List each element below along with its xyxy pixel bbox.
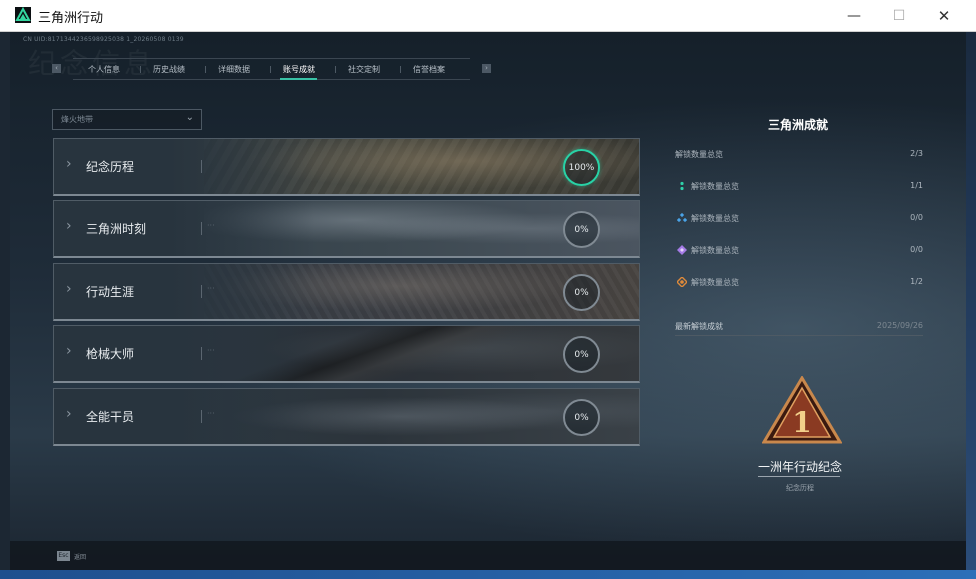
back-label[interactable]: 返回 — [74, 552, 86, 561]
chevron-right-icon: › — [66, 156, 72, 172]
card-divider — [201, 347, 202, 360]
stat-value: 1/1 — [910, 181, 923, 190]
close-button[interactable]: ✕ — [921, 0, 967, 31]
badge-name: 一洲年行动纪念 — [757, 460, 842, 474]
tab-separator — [205, 66, 206, 73]
category-card-memorial[interactable]: › 纪念历程 100% — [53, 138, 640, 196]
stat-label: 解锁数量总览 — [691, 182, 739, 191]
stat-value: 2/3 — [910, 149, 923, 158]
unlock-purple-row: 解锁数量总览 0/0 — [675, 245, 923, 259]
chevron-right-icon: › — [66, 343, 72, 359]
progress-ring: 0% — [563, 211, 600, 248]
anniversary-badge-icon[interactable]: 1 — [762, 376, 842, 446]
unlock-blue-row: 解锁数量总览 0/0 — [675, 213, 923, 227]
badge-number: 1 — [792, 406, 811, 439]
card-dots: ··· — [207, 221, 215, 230]
orange-rank-icon — [677, 277, 687, 287]
category-card-all-round[interactable]: › 全能干员 ··· 0% — [53, 388, 640, 446]
progress-ring: 100% — [563, 149, 600, 186]
game-viewport: 纪念信息 CN UID:8171344236598925038 1_202605… — [10, 32, 966, 570]
tab-separator — [400, 66, 401, 73]
panel-title: 三角洲成就 — [768, 118, 829, 132]
tab-personal-info[interactable]: 个人信息 — [88, 64, 120, 75]
stat-value: 0/0 — [910, 245, 923, 254]
tab-next-icon[interactable]: › — [482, 64, 491, 73]
tab-achievements[interactable]: 账号成就 — [283, 64, 315, 75]
window-title: 三角洲行动 — [38, 11, 104, 26]
green-rank-icon — [680, 181, 684, 191]
unlock-total-row: 解锁数量总览 2/3 — [675, 149, 923, 163]
badge-category: 纪念历程 — [786, 484, 814, 492]
card-dots: ··· — [207, 346, 215, 355]
chevron-down-icon: ⌄ — [185, 112, 194, 123]
recent-unlock-date: 2025/09/26 — [876, 321, 923, 330]
progress-ring: 0% — [563, 399, 600, 436]
unlock-orange-row: 解锁数量总览 1/2 — [675, 277, 923, 291]
mode-select[interactable]: 烽火地带 ⌄ — [52, 109, 202, 130]
category-label: 全能干员 — [86, 410, 135, 424]
progress-ring: 0% — [563, 336, 600, 373]
unlock-green-row: 解锁数量总览 1/1 — [675, 181, 923, 195]
delta-force-logo-icon — [15, 7, 31, 23]
blue-rank-icon — [677, 213, 687, 223]
purple-rank-icon — [677, 245, 687, 255]
progress-ring: 0% — [563, 274, 600, 311]
stat-label: 解锁数量总览 — [691, 246, 739, 255]
tab-separator — [140, 66, 141, 73]
category-label: 三角洲时刻 — [86, 222, 147, 236]
category-card-delta-moments[interactable]: › 三角洲时刻 ··· 0% — [53, 200, 640, 258]
stat-value: 0/0 — [910, 213, 923, 222]
chevron-right-icon: › — [66, 218, 72, 234]
stat-label: 解锁数量总览 — [691, 214, 739, 223]
card-dots: ··· — [207, 409, 215, 418]
minimize-button[interactable]: — — [831, 0, 877, 31]
stat-label: 解锁数量总览 — [691, 278, 739, 287]
tab-separator — [270, 66, 271, 73]
recent-unlock-label: 最新解锁成就 — [675, 322, 723, 331]
stat-label: 解锁数量总览 — [675, 150, 723, 159]
tab-social-custom[interactable]: 社交定制 — [348, 64, 380, 75]
profile-tabs: ‹ 个人信息 历史战绩 详细数据 账号成就 社交定制 信誉档案 › — [48, 58, 491, 80]
card-divider — [201, 222, 202, 235]
category-card-career[interactable]: › 行动生涯 ··· 0% — [53, 263, 640, 321]
tab-separator — [335, 66, 336, 73]
bottom-bar — [10, 541, 966, 570]
recent-unlock-header: 最新解锁成就 2025/09/26 — [675, 321, 923, 335]
desktop-edge — [966, 32, 976, 570]
tabs-top-divider — [73, 58, 470, 59]
card-divider — [201, 160, 202, 173]
category-label: 枪械大师 — [86, 347, 135, 361]
player-uid: CN UID:8171344236598925038 1_20260508 01… — [23, 36, 184, 43]
os-taskbar — [0, 570, 976, 579]
recent-divider — [675, 335, 923, 336]
category-label: 纪念历程 — [86, 160, 135, 174]
category-label: 行动生涯 — [86, 285, 135, 299]
tab-credit-record[interactable]: 信誉档案 — [413, 64, 445, 75]
chevron-right-icon: › — [66, 406, 72, 422]
active-tab-indicator — [280, 78, 317, 80]
stat-value: 1/2 — [910, 277, 923, 286]
chevron-right-icon: › — [66, 281, 72, 297]
category-card-weapon-master[interactable]: › 枪械大师 ··· 0% — [53, 325, 640, 383]
card-dots: ··· — [207, 284, 215, 293]
mode-select-value: 烽火地带 — [61, 115, 93, 124]
card-divider — [201, 410, 202, 423]
tab-detailed-stats[interactable]: 详细数据 — [218, 64, 250, 75]
tab-prev-icon[interactable]: ‹ — [52, 64, 61, 73]
tabs-bottom-divider — [73, 79, 470, 80]
card-divider — [201, 285, 202, 298]
esc-key-icon[interactable]: Esc — [57, 551, 70, 561]
badge-underline — [758, 476, 840, 477]
window-titlebar: 三角洲行动 — ☐ ✕ — [0, 0, 976, 32]
maximize-button[interactable]: ☐ — [876, 0, 922, 31]
tab-match-history[interactable]: 历史战绩 — [153, 64, 185, 75]
